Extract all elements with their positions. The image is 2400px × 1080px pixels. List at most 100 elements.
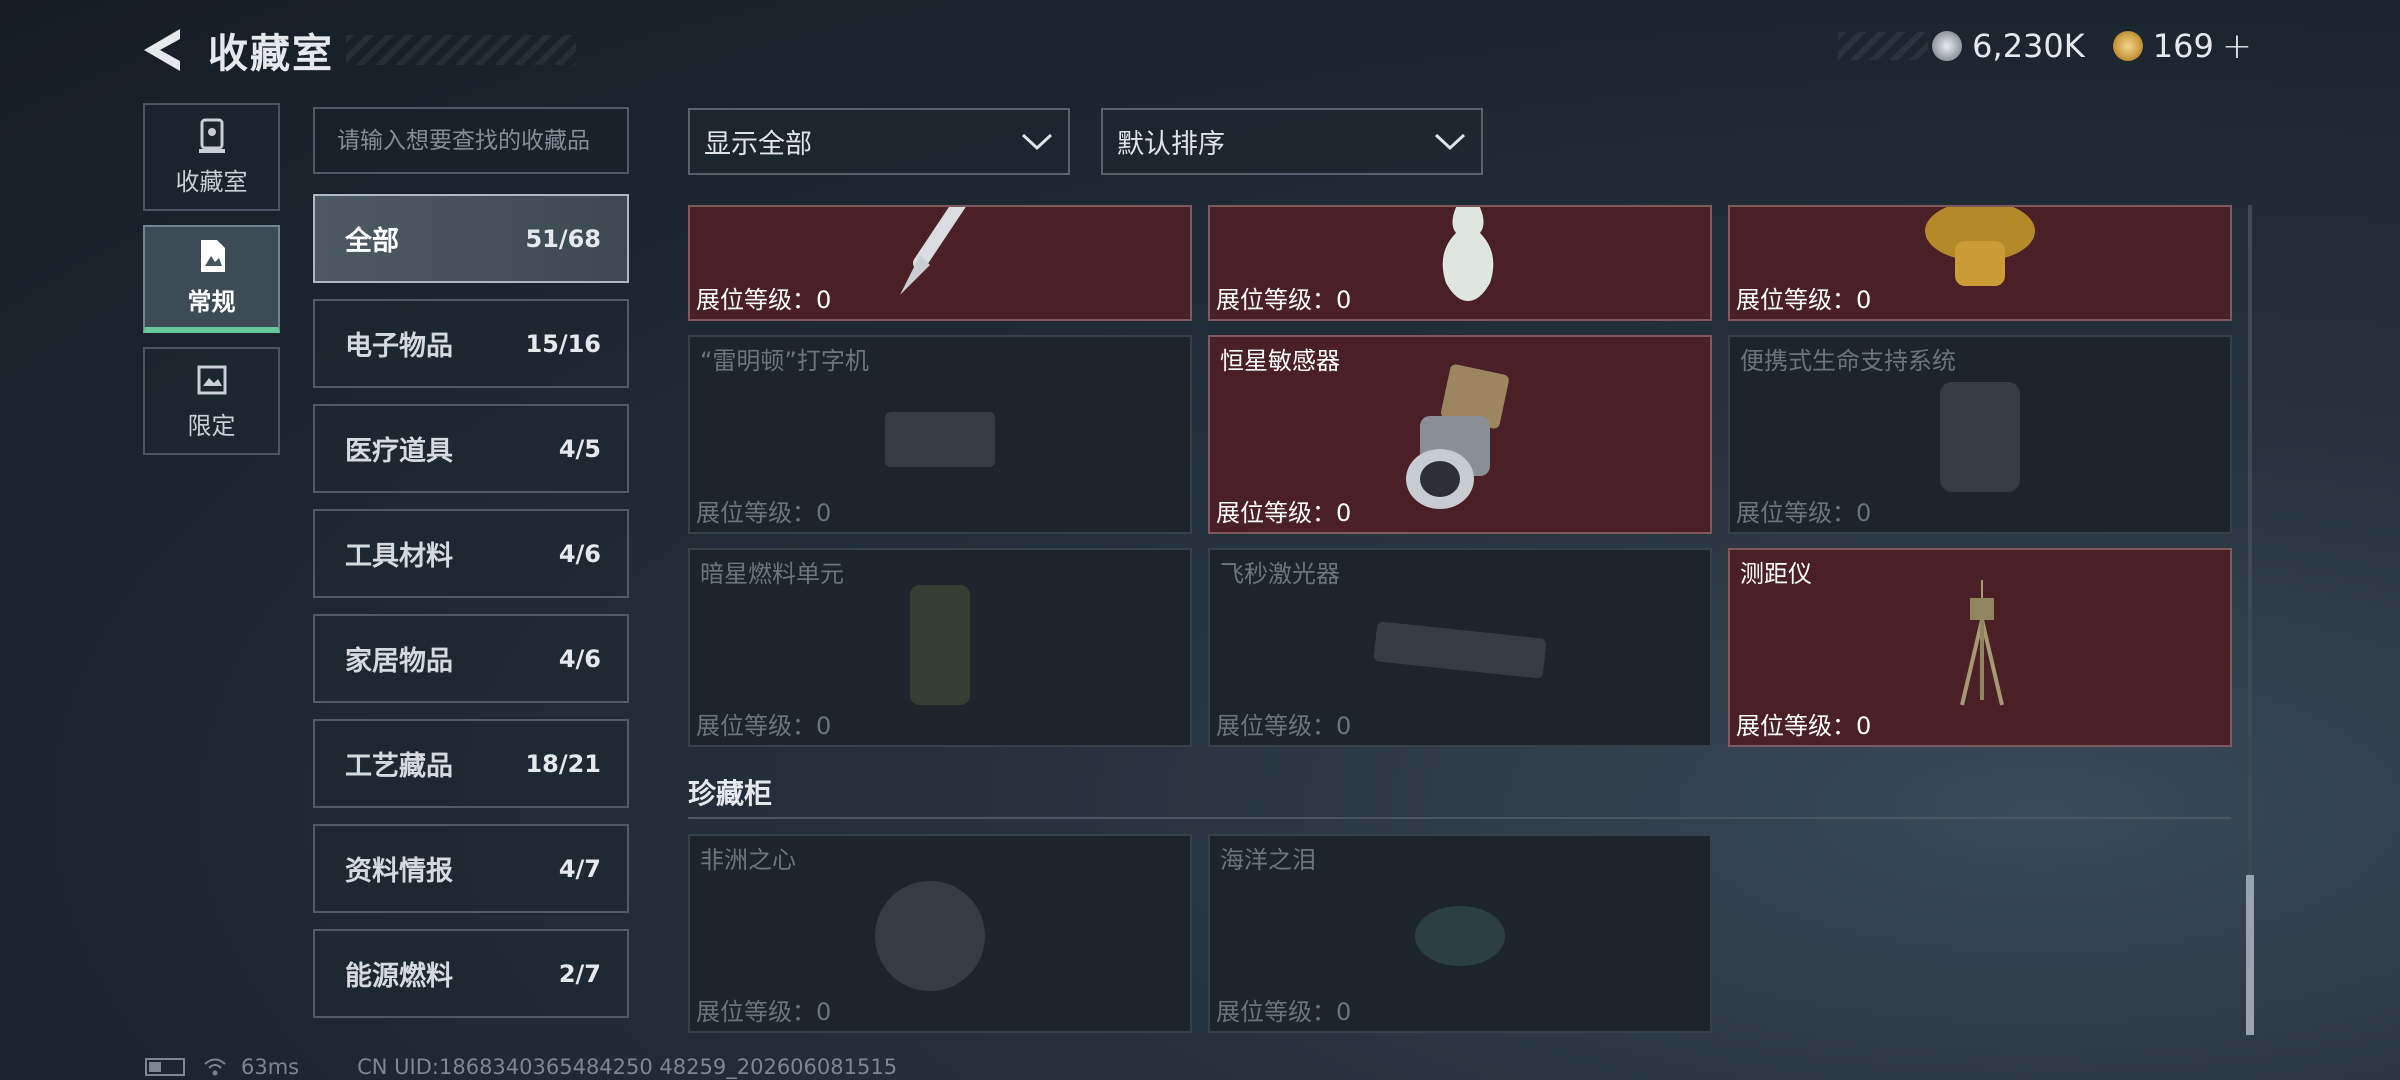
collectible-card[interactable]: 测距仪 展位等级：0 — [1728, 548, 2232, 747]
booth-level: 展位等级：0 — [696, 712, 832, 740]
collectible-card[interactable]: 飞秒激光器 展位等级：0 — [1208, 548, 1712, 747]
ping-value: 63ms — [241, 1055, 300, 1079]
document-icon — [200, 239, 225, 272]
category-electronics[interactable]: 电子物品 15/16 — [313, 299, 629, 388]
star-sensor-icon — [1406, 364, 1509, 509]
category-label: 全部 — [345, 226, 399, 257]
gem-blue-icon — [1415, 906, 1505, 966]
booth-level: 展位等级：0 — [1216, 499, 1352, 527]
user-uid: CN UID:1868340365484250 48259_2026060815… — [357, 1055, 898, 1079]
frame-icon — [197, 365, 226, 394]
category-count: 2/7 — [558, 959, 601, 988]
sort-dropdown[interactable]: 默认排序 — [1101, 108, 1483, 175]
category-household[interactable]: 家居物品 4/6 — [313, 614, 629, 703]
collectible-card[interactable]: 便携式生命支持系统 展位等级：0 — [1728, 335, 2232, 534]
category-count: 4/6 — [558, 539, 601, 568]
item-name: 非洲之心 — [700, 846, 796, 874]
booth-level: 展位等级：0 — [1216, 712, 1352, 740]
golden-statue-icon — [1925, 207, 2035, 286]
nav-collection-room[interactable]: 收藏室 — [143, 103, 280, 211]
currency-bar: 6,230K 169 + — [1838, 26, 2270, 67]
item-name: 暗星燃料单元 — [700, 560, 844, 588]
category-label: 能源燃料 — [345, 961, 453, 992]
collectible-card[interactable]: 展位等级：0 — [688, 205, 1192, 321]
nav-regular-label: 常规 — [187, 287, 236, 316]
category-count: 18/21 — [525, 749, 601, 778]
coin-icon — [1932, 31, 1963, 61]
chevron-down-icon — [1434, 133, 1466, 150]
booth-level: 展位等级：0 — [1736, 286, 1872, 314]
item-name: “雷明顿”打字机 — [700, 347, 869, 375]
status-footer: 63ms CN UID:1868340365484250 48259_20260… — [145, 1055, 897, 1079]
item-name: 飞秒激光器 — [1220, 560, 1340, 588]
category-count: 4/7 — [558, 854, 601, 883]
battery-icon — [145, 1058, 185, 1076]
wifi-icon — [204, 1058, 226, 1076]
typewriter-icon — [885, 412, 995, 467]
category-energy[interactable]: 能源燃料 2/7 — [313, 929, 629, 1018]
category-label: 工艺藏品 — [345, 751, 453, 782]
title-decoration — [346, 35, 576, 65]
category-column: 全部 51/68 电子物品 15/16 医疗道具 4/5 工具材料 4/6 家居… — [313, 107, 629, 1034]
currency-decoration — [1838, 32, 1929, 60]
collectible-card[interactable]: 展位等级：0 — [1728, 205, 2232, 321]
trophy-cabinet-icon — [198, 118, 225, 153]
porcelain-vase-icon — [1442, 207, 1494, 301]
header: 收藏室 — [140, 18, 576, 82]
fuel-cell-icon — [910, 585, 970, 705]
treasure-card[interactable]: 非洲之心 展位等级：0 — [688, 834, 1192, 1033]
token-icon — [2112, 31, 2143, 61]
category-label: 工具材料 — [345, 541, 453, 572]
rangefinder-tripod-icon — [1960, 580, 2004, 706]
category-medical[interactable]: 医疗道具 4/5 — [313, 404, 629, 493]
nav-limited[interactable]: 限定 — [143, 347, 280, 455]
category-count: 4/6 — [558, 644, 601, 673]
add-currency-button[interactable]: + — [2222, 26, 2252, 67]
booth-level: 展位等级：0 — [1216, 998, 1352, 1026]
category-intel[interactable]: 资料情报 4/7 — [313, 824, 629, 913]
laser-icon — [1373, 621, 1547, 679]
booth-level: 展位等级：0 — [696, 499, 832, 527]
booth-level: 展位等级：0 — [1736, 712, 1872, 740]
scrollbar-thumb[interactable] — [2246, 875, 2254, 1035]
life-support-icon — [1940, 382, 2020, 492]
category-label: 资料情报 — [345, 856, 453, 887]
category-tools[interactable]: 工具材料 4/6 — [313, 509, 629, 598]
nav-collection-room-label: 收藏室 — [175, 167, 248, 196]
booth-level: 展位等级：0 — [1736, 499, 1872, 527]
section-title: 珍藏柜 — [688, 777, 773, 810]
category-all[interactable]: 全部 51/68 — [313, 194, 629, 283]
token-balance: 169 + — [2112, 26, 2252, 67]
collectible-card[interactable]: “雷明顿”打字机 展位等级：0 — [688, 335, 1192, 534]
search-box[interactable] — [313, 107, 629, 174]
chevron-down-icon — [1021, 133, 1053, 150]
side-nav: 收藏室 常规 限定 — [143, 103, 280, 469]
collectible-card[interactable]: 展位等级：0 — [1208, 205, 1712, 321]
page-title: 收藏室 — [208, 31, 334, 77]
nav-limited-label: 限定 — [187, 411, 236, 440]
item-name: 恒星敏感器 — [1220, 347, 1340, 375]
search-input[interactable] — [337, 127, 627, 154]
sort-value: 默认排序 — [1117, 129, 1225, 160]
treasure-card[interactable]: 海洋之泪 展位等级：0 — [1208, 834, 1712, 1033]
category-label: 电子物品 — [345, 331, 453, 362]
display-filter-dropdown[interactable]: 显示全部 — [688, 108, 1070, 175]
category-label: 医疗道具 — [345, 436, 453, 467]
coin-amount: 6,230K — [1972, 27, 2085, 65]
back-arrow-icon[interactable] — [140, 25, 184, 75]
category-count: 51/68 — [525, 224, 601, 253]
booth-level: 展位等级：0 — [696, 998, 832, 1026]
collectible-card[interactable]: 恒星敏感器 展位等级：0 — [1208, 335, 1712, 534]
booth-level: 展位等级：0 — [696, 286, 832, 314]
fountain-pen-icon — [900, 207, 966, 295]
item-name: 测距仪 — [1740, 560, 1812, 588]
nav-regular[interactable]: 常规 — [143, 225, 280, 333]
section-divider — [688, 817, 2231, 819]
booth-level: 展位等级：0 — [1216, 286, 1352, 314]
category-label: 家居物品 — [345, 646, 453, 677]
collectible-card[interactable]: 暗星燃料单元 展位等级：0 — [688, 548, 1192, 747]
category-count: 15/16 — [525, 329, 601, 358]
gem-icon — [875, 881, 985, 991]
category-crafts[interactable]: 工艺藏品 18/21 — [313, 719, 629, 808]
display-filter-value: 显示全部 — [704, 129, 812, 160]
